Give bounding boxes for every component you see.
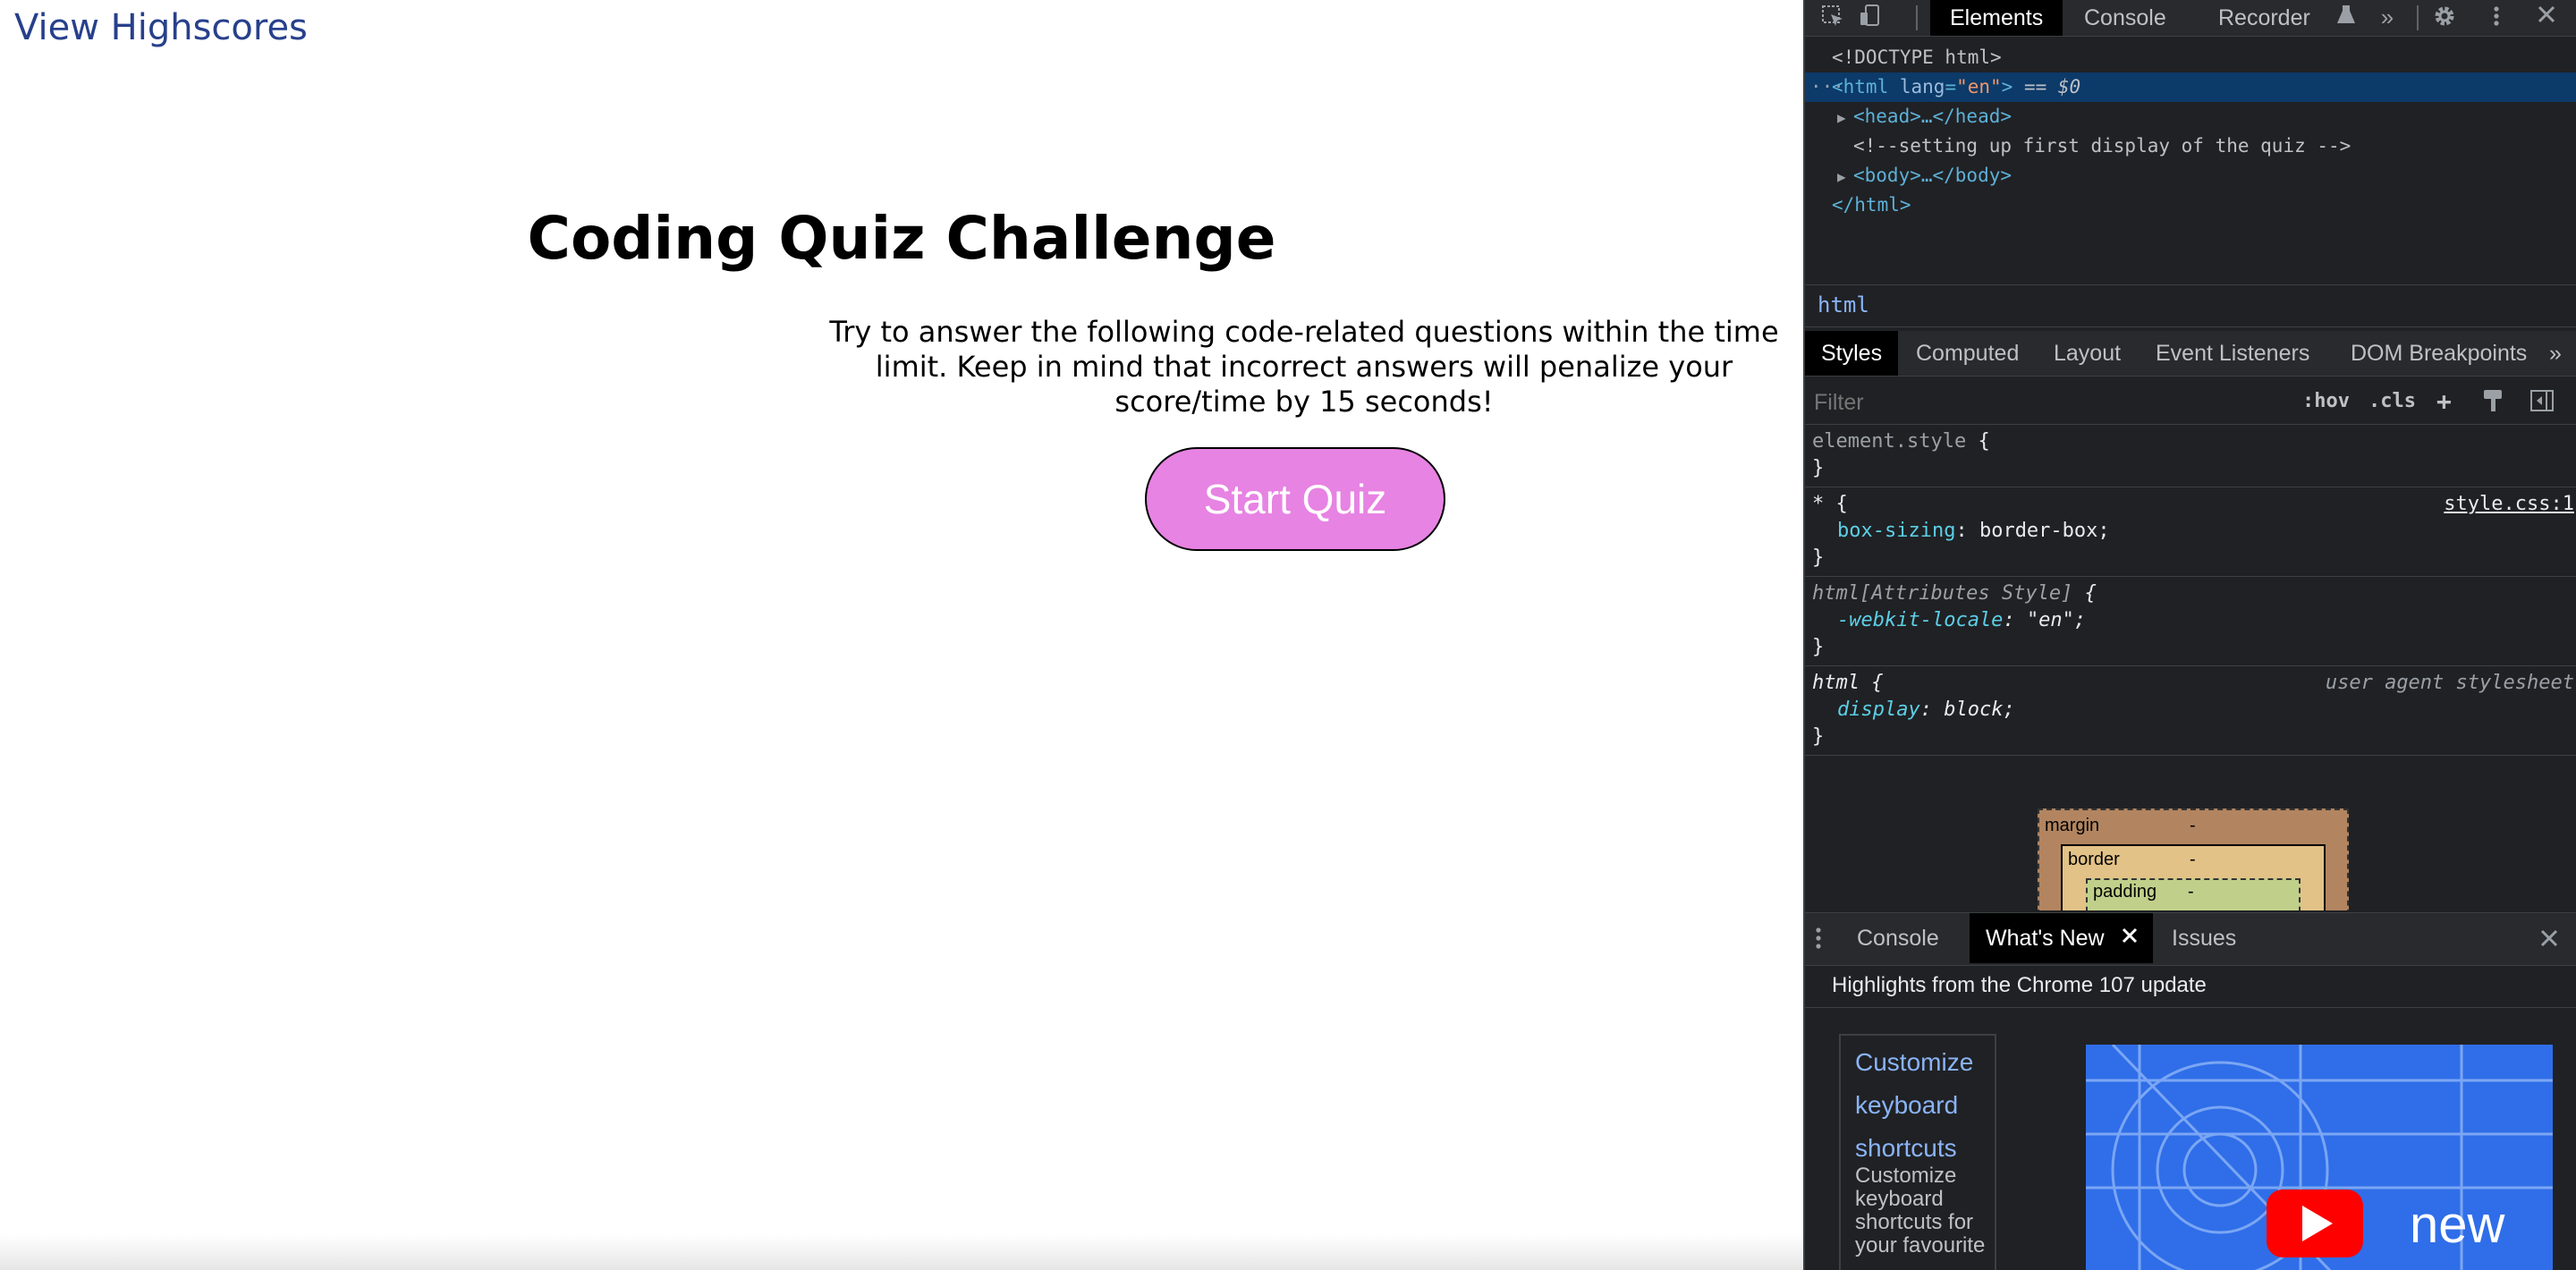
close-devtools-icon[interactable] — [2533, 4, 2560, 30]
start-quiz-button[interactable]: Start Quiz — [1145, 447, 1445, 551]
hov-toggle[interactable]: :hov — [2302, 390, 2350, 412]
rule-html-ua[interactable]: html { user agent stylesheet display: bl… — [1805, 667, 2576, 756]
quiz-page: View Highscores Coding Quiz Challenge Tr… — [0, 0, 1803, 1270]
drawer-tabbar: Console What's New Issues — [1805, 912, 2576, 966]
inspect-element-icon[interactable] — [1819, 4, 1846, 30]
devtools-toolbar: Elements Console Recorder » — [1805, 0, 2576, 37]
devtools-panel: Elements Console Recorder » <!DOCTYPE ht… — [1803, 0, 2576, 1270]
style-source-link[interactable]: style.css:1 — [2444, 490, 2574, 519]
cls-toggle[interactable]: .cls — [2368, 390, 2416, 412]
dom-doctype[interactable]: <!DOCTYPE html> — [1832, 43, 2002, 72]
whats-new-heading-bar: Highlights from the Chrome 107 update — [1805, 966, 2576, 1008]
dom-comment-node[interactable]: <!--setting up first display of the quiz… — [1853, 131, 2351, 161]
subtab-computed[interactable]: Computed — [1900, 331, 2035, 376]
more-options-icon[interactable] — [2483, 4, 2510, 30]
rule-universal[interactable]: * { style.css:1 box-sizing: border-box; … — [1805, 488, 2576, 577]
dom-html-node-selected[interactable]: ··· <html lang="en"> == $0 — [1805, 72, 2576, 102]
box-model-padding[interactable]: padding - — [2086, 878, 2301, 910]
settings-gear-icon[interactable] — [2431, 4, 2458, 30]
feature-card: Customize keyboard shortcuts Customize k… — [1839, 1034, 1996, 1270]
page-bottom-shadow — [0, 1234, 1803, 1270]
video-caption: new — [2410, 1196, 2505, 1254]
box-model-margin[interactable]: margin - border - padding - — [2038, 809, 2349, 910]
toolbar-divider — [2417, 5, 2419, 30]
new-style-rule-button[interactable]: + — [2436, 386, 2452, 416]
drawer-tab-issues[interactable]: Issues — [2156, 913, 2252, 963]
subtab-event-listeners[interactable]: Event Listeners — [2140, 331, 2326, 376]
view-highscores-link[interactable]: View Highscores — [14, 7, 308, 48]
page-title: Coding Quiz Challenge — [527, 204, 1276, 273]
recorder-flask-icon — [2333, 4, 2360, 30]
paint-brush-icon[interactable] — [2481, 388, 2504, 419]
styles-subtabs: Styles Computed Layout Event Listeners D… — [1805, 331, 2576, 377]
rule-element-style[interactable]: element.style { } — [1805, 426, 2576, 487]
breadcrumb: html — [1805, 284, 2576, 327]
drawer-tab-console[interactable]: Console — [1841, 913, 1955, 963]
whats-new-heading: Highlights from the Chrome 107 update — [1832, 973, 2207, 997]
tab-console[interactable]: Console — [2064, 0, 2186, 36]
subtab-dom-breakpoints[interactable]: DOM Breakpoints — [2334, 331, 2543, 376]
user-agent-stylesheet-label: user agent stylesheet — [2325, 672, 2574, 694]
dom-body-node[interactable]: ▶ <body>…</body> — [1837, 161, 2012, 190]
video-thumbnail[interactable]: new — [2086, 1045, 2553, 1270]
box-model-border[interactable]: border - padding - — [2061, 844, 2326, 910]
rule-attributes-style[interactable]: html[Attributes Style] { -webkit-locale:… — [1805, 578, 2576, 666]
toolbar-divider — [1916, 5, 1918, 30]
more-tabs-icon[interactable]: » — [2374, 4, 2401, 30]
more-subtabs-icon[interactable]: » — [2542, 331, 2569, 376]
device-toolbar-icon[interactable] — [1857, 4, 1884, 30]
tab-recorder[interactable]: Recorder — [2199, 0, 2330, 36]
close-drawer-icon[interactable] — [2538, 927, 2560, 955]
tab-elements[interactable]: Elements — [1930, 0, 2063, 36]
box-model-diagram: margin - border - padding - — [2038, 809, 2349, 910]
feature-description: Customize keyboard shortcuts for your fa… — [1855, 1164, 1986, 1257]
subtab-layout[interactable]: Layout — [2038, 331, 2137, 376]
quiz-description: Try to answer the following code-related… — [829, 315, 1779, 419]
breadcrumb-html[interactable]: html — [1818, 292, 1869, 318]
toggle-sidebar-icon[interactable] — [2529, 388, 2555, 419]
styles-filter-bar: :hov .cls + — [1805, 381, 2576, 425]
subtab-styles[interactable]: Styles — [1805, 331, 1899, 376]
drawer-menu-icon[interactable] — [1814, 926, 1823, 957]
dom-html-close[interactable]: </html> — [1832, 190, 1911, 220]
close-tab-icon[interactable] — [2120, 926, 2140, 952]
styles-filter-input[interactable] — [1812, 386, 2290, 419]
feature-link[interactable]: Customize keyboard shortcuts — [1855, 1041, 1995, 1170]
dom-head-node[interactable]: ▶ <head>…</head> — [1837, 102, 2012, 131]
